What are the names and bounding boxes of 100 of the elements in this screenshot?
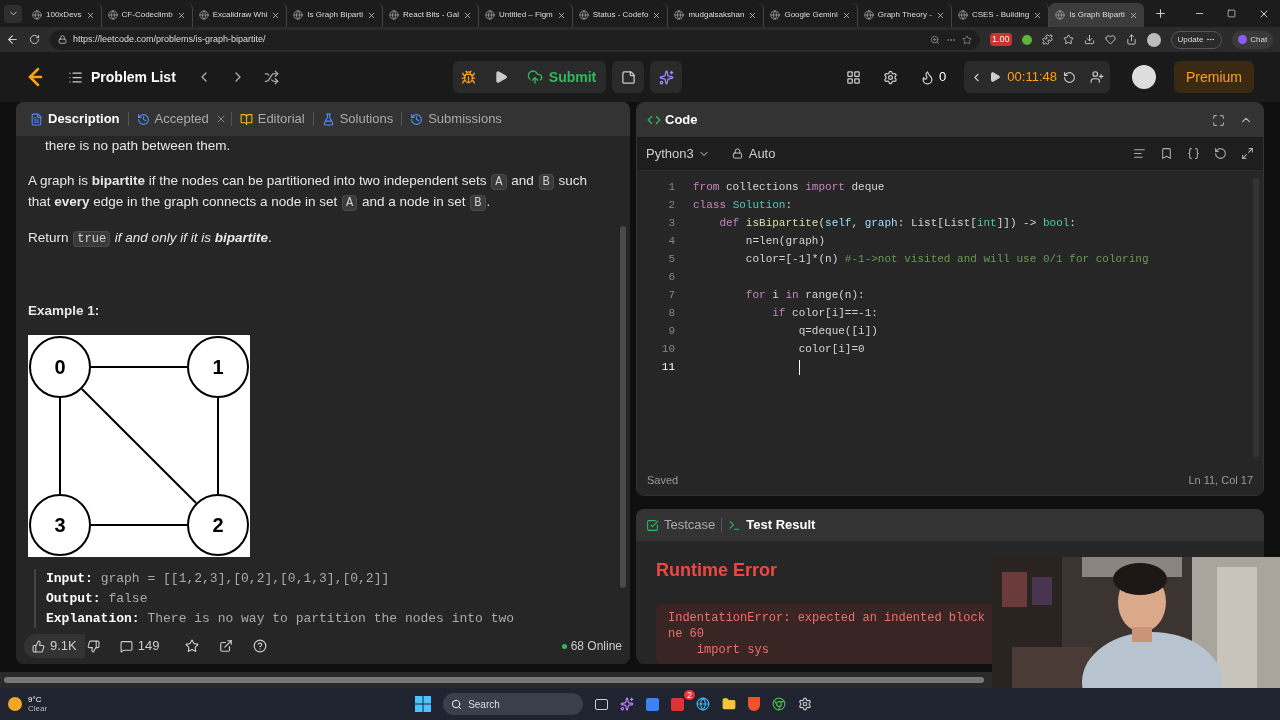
ai-button[interactable]: [650, 61, 683, 93]
site-icon: [198, 10, 209, 20]
close-icon[interactable]: [1033, 10, 1043, 20]
bookmark-icon[interactable]: [1160, 147, 1173, 160]
gear-icon[interactable]: [798, 697, 813, 711]
panel-tab[interactable]: Description: [26, 106, 124, 132]
lock-icon: [731, 148, 743, 159]
format-icon[interactable]: [1133, 147, 1146, 160]
tab-title: Is Graph Biparti: [1069, 9, 1125, 21]
download-icon[interactable]: [1083, 34, 1095, 45]
close-icon[interactable]: [935, 10, 945, 20]
site-icon: [485, 10, 495, 20]
extension-badge[interactable]: 1.00: [990, 32, 1012, 47]
tab-title: mudgalsakshan: [688, 9, 745, 21]
share-icon[interactable]: [1125, 34, 1137, 45]
line-number: 9: [667, 324, 675, 339]
line-number: 5: [667, 252, 675, 267]
tab-icon: [646, 518, 659, 532]
reset-icon[interactable]: [1063, 70, 1076, 84]
panel-tab[interactable]: Accepted: [132, 106, 213, 132]
panel-tab[interactable]: Submissions: [406, 106, 506, 132]
user-avatar[interactable]: [1132, 65, 1156, 89]
close-icon[interactable]: [748, 10, 758, 20]
close-icon[interactable]: [85, 10, 95, 20]
close-icon[interactable]: [841, 10, 851, 20]
close-icon[interactable]: [463, 10, 472, 20]
copilot-icon[interactable]: [620, 697, 635, 711]
search-icon: [451, 698, 463, 710]
premium-button[interactable]: Premium: [1174, 61, 1254, 93]
mail-icon[interactable]: [671, 697, 685, 711]
problem-list-link[interactable]: Problem List: [91, 66, 176, 88]
close-icon[interactable]: [271, 10, 281, 20]
add-user-icon[interactable]: [1090, 70, 1104, 84]
close-icon[interactable]: [366, 10, 376, 20]
line-number: 4: [667, 234, 675, 249]
start-icon[interactable]: [415, 696, 432, 712]
settings-icon[interactable]: [883, 69, 899, 85]
site-icon: [674, 10, 685, 20]
braces-icon[interactable]: [1187, 147, 1200, 160]
browser-tab[interactable]: Is Graph Biparti: [1049, 3, 1144, 27]
share-icon[interactable]: [219, 639, 234, 653]
tab-list-button[interactable]: [4, 4, 22, 23]
code-line: n=len(graph): [744, 234, 826, 249]
code-line: color=[-1]*(n) #-1->not visited and will use 0/1 for coloring: [744, 252, 1149, 267]
tab-icon: [239, 112, 253, 126]
favorites-icon[interactable]: [1062, 34, 1074, 45]
tab-icon: [30, 112, 43, 126]
search-placeholder: Search: [468, 697, 500, 712]
zoom-icon[interactable]: [930, 34, 940, 45]
weather-label: Clear: [28, 704, 48, 713]
close-icon[interactable]: [1128, 10, 1138, 20]
dislike-icon[interactable]: [86, 639, 100, 653]
chat-button[interactable]: Chat: [1232, 30, 1274, 49]
chrome-icon[interactable]: [772, 697, 787, 711]
logo-icon[interactable]: [26, 67, 44, 87]
graph-node: 0: [29, 336, 91, 398]
shield-icon[interactable]: [748, 697, 761, 711]
maximize-icon[interactable]: [1212, 113, 1225, 127]
code-line: from collections import deque: [693, 180, 885, 195]
search-field[interactable]: Search: [443, 693, 584, 715]
comments-button[interactable]: 149: [119, 636, 160, 656]
address-field[interactable]: https://leetcode.com/problems/is-graph-bipartite/: [50, 29, 980, 50]
line-number: 2: [667, 198, 675, 213]
result-title: Runtime Error: [656, 559, 779, 582]
code-line: class Solution:: [693, 198, 793, 213]
folder-icon[interactable]: [722, 697, 737, 711]
store-icon[interactable]: [646, 697, 660, 711]
site-icon: [770, 10, 781, 20]
help-icon[interactable]: [253, 639, 268, 653]
back-icon[interactable]: [6, 33, 19, 46]
reset-icon[interactable]: [1214, 147, 1227, 160]
task-view-icon[interactable]: [595, 698, 609, 710]
notes-button[interactable]: [612, 61, 645, 93]
panel-tab[interactable]: Testcase: [646, 515, 716, 535]
layout-icon[interactable]: [846, 69, 862, 85]
new-tab-icon[interactable]: [1153, 7, 1167, 20]
language-select[interactable]: Python3: [646, 143, 710, 164]
close-icon[interactable]: [176, 10, 186, 20]
close-icon[interactable]: [556, 10, 566, 20]
favorite-icon[interactable]: [185, 639, 200, 653]
weather-icon[interactable]: [8, 697, 22, 711]
expand-icon[interactable]: [1241, 147, 1254, 160]
shuffle-icon[interactable]: [263, 69, 279, 85]
panel-tab[interactable]: Solutions: [317, 106, 398, 132]
close-icon[interactable]: [652, 10, 662, 20]
restore-icon[interactable]: [1227, 9, 1236, 18]
puzzle-icon[interactable]: [1041, 34, 1053, 45]
example-title: Example 1:: [28, 302, 101, 320]
profile-avatar[interactable]: [1146, 32, 1161, 47]
extension-icon[interactable]: [1021, 34, 1032, 45]
inline-code: B: [470, 195, 486, 211]
heart-icon[interactable]: [1104, 34, 1116, 45]
temperature: 9°C: [28, 695, 43, 704]
panel-tab[interactable]: Editorial: [235, 106, 309, 132]
panel-tab[interactable]: Test Result: [728, 515, 816, 535]
like-button[interactable]: 9.1K: [24, 634, 85, 658]
reload-icon[interactable]: [29, 34, 40, 45]
play-icon[interactable]: [989, 71, 1002, 83]
mode-label[interactable]: Auto: [748, 143, 776, 164]
browser-icon[interactable]: [696, 697, 711, 711]
